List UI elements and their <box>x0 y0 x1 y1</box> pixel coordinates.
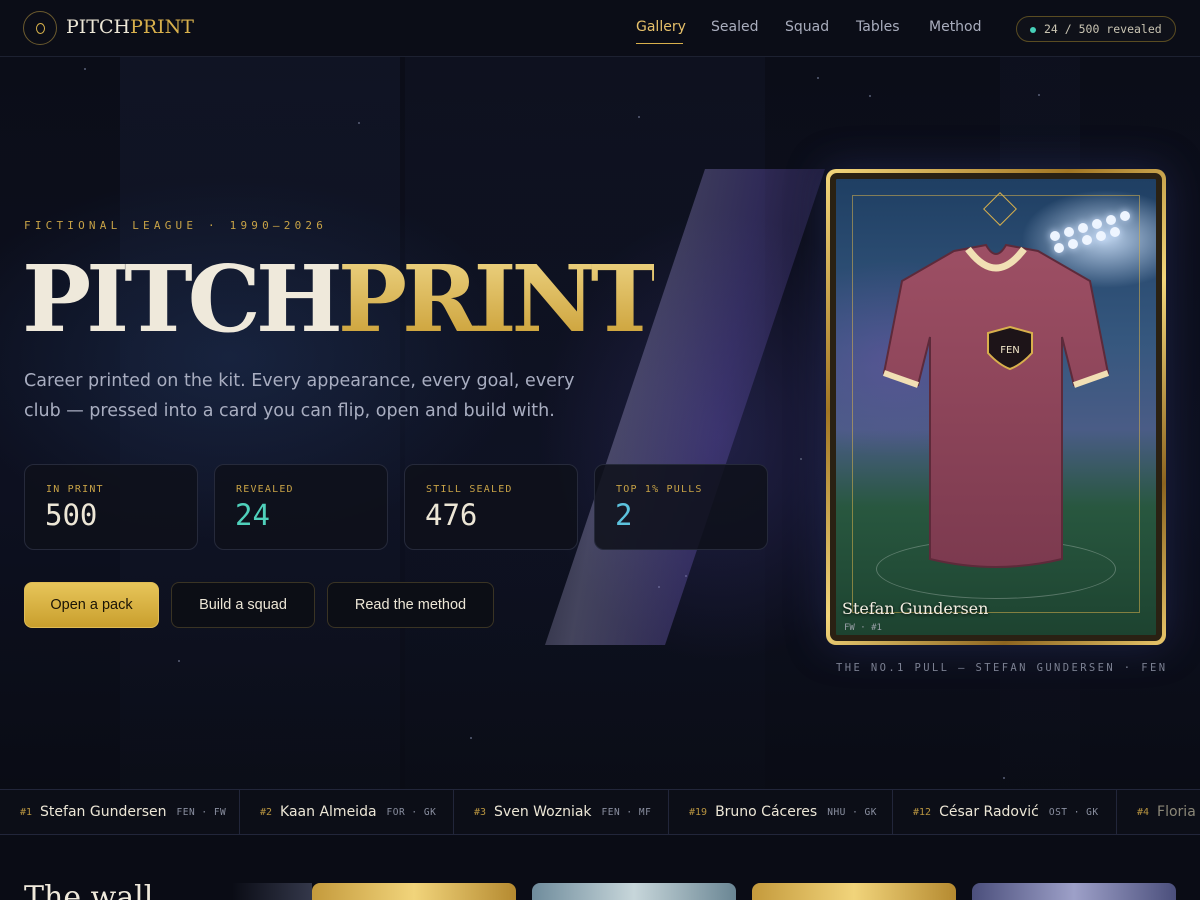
wall-card-gold[interactable] <box>312 883 516 900</box>
star <box>800 458 802 460</box>
ticker-item[interactable]: #4 Floria <box>1137 790 1200 834</box>
hero-title-white: PITCH <box>22 245 343 353</box>
stat-value: 2 <box>615 498 633 532</box>
reveal-progress-pill: 24 / 500 revealed <box>1016 16 1176 42</box>
ticker-club: OST · GK <box>1048 806 1099 818</box>
top-nav: PITCHPRINT Gallery Sealed Squad Tables M… <box>0 0 1200 57</box>
nav-link-gallery[interactable]: Gallery <box>636 19 686 35</box>
card-player-meta: FW · #1 <box>844 623 882 633</box>
nav-link-tables[interactable]: Tables <box>856 19 900 35</box>
stat-value: 500 <box>45 498 98 532</box>
ticker-name: Bruno Cáceres <box>715 804 818 820</box>
ticker-rank: #2 <box>260 806 273 818</box>
stat-still-sealed: STILL SEALED 476 <box>404 464 578 550</box>
nav-link-squad[interactable]: Squad <box>785 19 829 35</box>
brand-name-white: PITCH <box>66 16 131 38</box>
stat-value: 476 <box>425 498 478 532</box>
star <box>1003 777 1005 779</box>
hero-title-gold: PRINT <box>337 245 659 353</box>
top-pulls-ticker: #1 Stefan Gundersen FEN · FW #2 Kaan Alm… <box>0 789 1200 835</box>
card-caption: THE NO.1 PULL — STEFAN GUNDERSEN · FEN <box>836 662 1168 674</box>
stat-in-print: IN PRINT 500 <box>24 464 198 550</box>
featured-player-card[interactable]: FEN Stefan Gundersen FW · #1 <box>826 169 1166 645</box>
star <box>638 116 640 118</box>
ticker-item[interactable]: #2 Kaan Almeida FOR · GK <box>260 790 454 834</box>
card-player-name: Stefan Gundersen <box>842 599 989 618</box>
logo-icon[interactable] <box>23 11 57 45</box>
ticker-rank: #3 <box>474 806 487 818</box>
ticker-name: Kaan Almeida <box>280 804 377 820</box>
star <box>358 122 360 124</box>
hero-eyebrow: FICTIONAL LEAGUE · 1990–2026 <box>24 219 328 232</box>
ticker-item[interactable]: #12 César Radović OST · GK <box>913 790 1117 834</box>
stat-value: 24 <box>235 498 270 532</box>
wall-heading: The wall <box>24 880 154 900</box>
ticker-rank: #12 <box>913 806 932 818</box>
ticker-item[interactable]: #19 Bruno Cáceres NHU · GK <box>689 790 893 834</box>
wall-fade <box>232 883 312 900</box>
brand-logo[interactable]: PITCHPRINT <box>66 16 194 38</box>
nav-active-indicator <box>636 43 683 44</box>
wall-card-violet[interactable] <box>972 883 1176 900</box>
stat-label: TOP 1% PULLS <box>616 484 703 495</box>
open-pack-button[interactable]: Open a pack <box>24 582 159 628</box>
ticker-name: Sven Wozniak <box>494 804 592 820</box>
star <box>1038 94 1040 96</box>
ticker-item[interactable]: #3 Sven Wozniak FEN · MF <box>474 790 669 834</box>
ticker-rank: #1 <box>20 806 33 818</box>
build-squad-button[interactable]: Build a squad <box>171 582 315 628</box>
brand-name-gold: PRINT <box>130 16 194 38</box>
ticker-rank: #19 <box>689 806 708 818</box>
star <box>178 660 180 662</box>
star <box>817 77 819 79</box>
stat-top-pulls: TOP 1% PULLS 2 <box>594 464 768 550</box>
stat-label: IN PRINT <box>46 484 104 495</box>
read-method-button[interactable]: Read the method <box>327 582 494 628</box>
wall-card-silver[interactable] <box>532 883 736 900</box>
status-dot-icon <box>1030 27 1036 33</box>
star <box>470 737 472 739</box>
ticker-club: FOR · GK <box>386 806 437 818</box>
ticker-club: FEN · FW <box>176 806 227 818</box>
ticker-rank: #4 <box>1137 806 1150 818</box>
ticker-club: FEN · MF <box>601 806 652 818</box>
stat-label: STILL SEALED <box>426 484 513 495</box>
wall-card-gold[interactable] <box>752 883 956 900</box>
reveal-progress-text: 24 / 500 revealed <box>1044 22 1162 36</box>
ticker-name: Floria <box>1157 804 1196 820</box>
nav-link-sealed[interactable]: Sealed <box>711 19 758 35</box>
stat-label: REVEALED <box>236 484 294 495</box>
card-inner-frame <box>852 195 1140 613</box>
ticker-name: Stefan Gundersen <box>40 804 167 820</box>
star <box>869 95 871 97</box>
nav-link-method[interactable]: Method <box>929 19 982 35</box>
star <box>84 68 86 70</box>
hero-subtitle: Career printed on the kit. Every appeara… <box>24 371 575 421</box>
hero-title: PITCHPRINT <box>22 244 659 354</box>
ticker-name: César Radović <box>939 804 1039 820</box>
ticker-item[interactable]: #1 Stefan Gundersen FEN · FW <box>20 790 240 834</box>
stat-revealed: REVEALED 24 <box>214 464 388 550</box>
card-artwork: FEN Stefan Gundersen FW · #1 <box>830 173 1162 641</box>
ticker-club: NHU · GK <box>827 806 877 818</box>
